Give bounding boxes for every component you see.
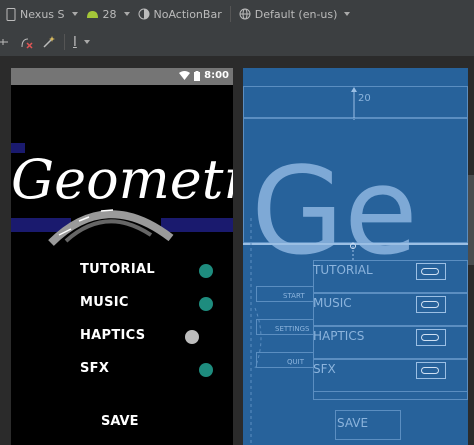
game-logo: Geometry	[11, 123, 233, 283]
infer-constraints-button[interactable]	[42, 35, 56, 49]
android-icon	[86, 11, 98, 18]
text-cursor-icon: I	[73, 34, 77, 50]
canvas-scrollbar[interactable]	[468, 175, 474, 265]
status-time: 8:00	[204, 70, 229, 81]
blueprint-tutorial-toggle[interactable]	[416, 263, 446, 280]
sfx-label: SFX	[80, 361, 110, 376]
theme-selector[interactable]: NoActionBar	[138, 8, 222, 21]
clear-constraints-icon	[21, 38, 33, 49]
wifi-icon	[179, 71, 191, 80]
api-level-label: 28	[102, 7, 117, 21]
status-bar: 8:00	[11, 68, 233, 85]
blueprint-logo-text: Ge	[251, 143, 418, 282]
device-selector[interactable]: Nexus S	[6, 7, 78, 21]
chevron-down-icon	[83, 40, 90, 44]
phone-icon	[6, 7, 16, 21]
margin-value: 20	[358, 93, 371, 104]
tutorial-label: TUTORIAL	[80, 262, 155, 277]
logo-title: Geometry	[11, 148, 233, 211]
music-label: MUSIC	[80, 295, 129, 310]
design-preview[interactable]: 8:00 Geometry TUTORIAL MUSIC HAPTICS SFX…	[11, 68, 233, 445]
theme-label: NoActionBar	[153, 7, 222, 21]
chevron-down-icon	[344, 12, 351, 16]
text-baseline-button[interactable]: I	[73, 35, 90, 50]
blueprint-quit-label: QUIT	[287, 358, 304, 366]
blueprint-sfx-toggle[interactable]	[416, 362, 446, 379]
chevron-down-icon	[123, 12, 130, 16]
magic-wand-icon	[43, 36, 55, 48]
api-level-selector[interactable]: 28	[86, 8, 130, 21]
blueprint-music-label: MUSIC	[313, 296, 352, 310]
layout-editor-toolbar: Nexus S 28 NoActionBar Default (en-us)	[0, 0, 474, 28]
chevron-down-icon	[71, 12, 78, 16]
blueprint-settings-label: SETTINGS	[275, 325, 310, 333]
tutorial-toggle[interactable]	[199, 264, 213, 278]
device-label: Nexus S	[20, 7, 65, 21]
divider	[229, 6, 231, 22]
save-button[interactable]: SAVE	[101, 414, 138, 429]
globe-icon	[239, 8, 251, 20]
locale-selector[interactable]: Default (en-us)	[239, 8, 351, 21]
haptics-toggle[interactable]	[185, 330, 199, 344]
clear-constraints-button[interactable]	[20, 35, 34, 49]
blueprint-start-label: START	[283, 292, 305, 300]
pan-icon	[0, 39, 8, 45]
pan-button[interactable]	[0, 36, 12, 48]
constraint-toolbar: I	[0, 28, 474, 57]
blueprint-tutorial-label: TUTORIAL	[313, 263, 373, 277]
theme-icon	[138, 8, 149, 20]
haptics-label: HAPTICS	[80, 328, 146, 343]
battery-icon	[194, 70, 201, 81]
blueprint-music-toggle[interactable]	[416, 296, 446, 313]
locale-label: Default (en-us)	[254, 7, 338, 21]
music-toggle[interactable]	[199, 297, 213, 311]
blueprint-save-label: SAVE	[337, 416, 369, 430]
divider	[64, 34, 65, 50]
constraint-lines-icon	[250, 218, 262, 445]
constraint-anchor-icon	[350, 242, 356, 262]
blueprint-haptics-label: HAPTICS	[313, 329, 365, 343]
blueprint-sfx-label: SFX	[313, 362, 336, 376]
blueprint-haptics-toggle[interactable]	[416, 329, 446, 346]
sfx-toggle[interactable]	[199, 363, 213, 377]
blueprint-view[interactable]: 20 Ge START SETTINGS QUIT TUTORIAL MUSIC…	[243, 68, 468, 445]
